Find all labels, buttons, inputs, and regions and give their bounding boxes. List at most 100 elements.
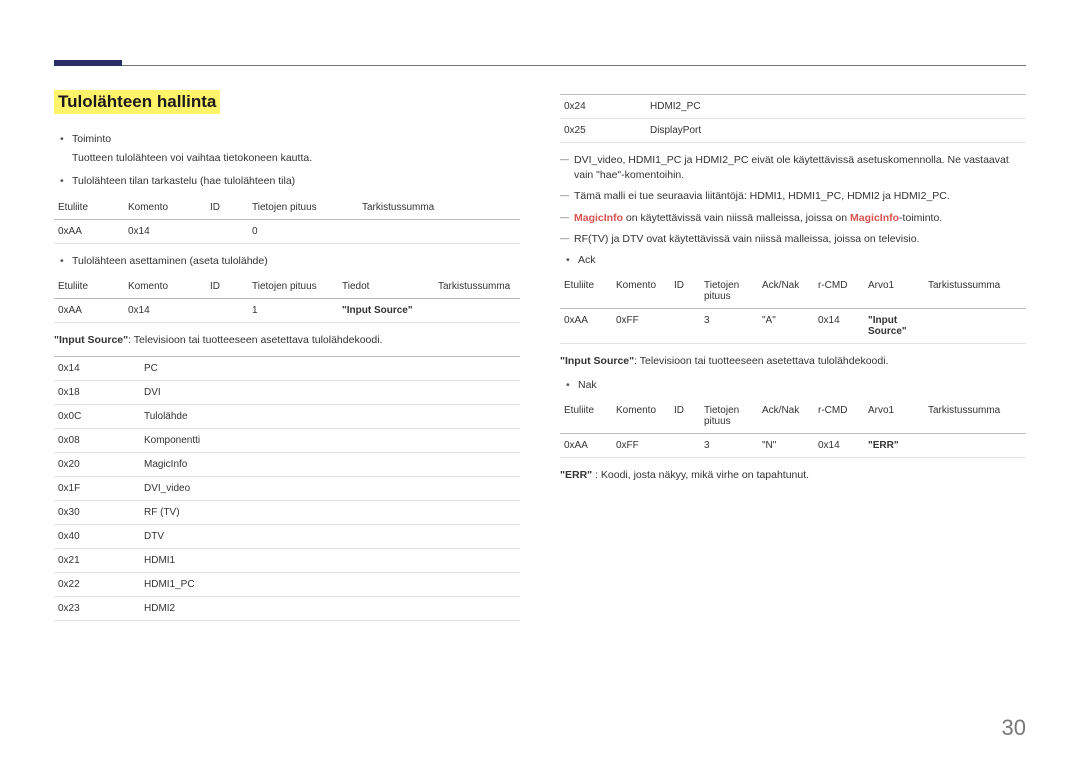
- cell: 0: [248, 219, 358, 243]
- command-table-set: Etuliite Komento ID Tietojen pituus Tied…: [54, 275, 520, 323]
- cell: [924, 309, 1026, 344]
- dash-item: RF(TV) ja DTV ovat käytettävissä vain ni…: [560, 232, 1026, 247]
- bullet-item: Tulolähteen tilan tarkastelu (hae tulolä…: [54, 174, 520, 189]
- bullet-list: Ack: [560, 253, 1026, 268]
- th: Ack/Nak: [758, 274, 814, 309]
- cell: HDMI2_PC: [646, 95, 1026, 119]
- cell: 0xAA: [560, 433, 612, 457]
- nak-table: Etuliite Komento ID Tietojen pituus Ack/…: [560, 399, 1026, 458]
- header-rule: [54, 54, 1026, 66]
- th-komento: Komento: [124, 275, 206, 299]
- table-row: 0xAA 0xFF 3 "N" 0x14 "ERR": [560, 433, 1026, 457]
- table-row: 0x21HDMI1: [54, 549, 520, 573]
- dash-item: Tämä malli ei tue seuraavia liitäntöjä: …: [560, 189, 1026, 204]
- bullet-item: Toiminto Tuotteen tulolähteen voi vaihta…: [54, 132, 520, 166]
- note-text: : Televisioon tai tuotteeseen asetettava…: [634, 355, 888, 367]
- th: Etuliite: [560, 274, 612, 309]
- section-title: Tulolähteen hallinta: [54, 90, 220, 114]
- cell: PC: [140, 357, 520, 381]
- cell: "Input Source": [338, 298, 434, 322]
- th: r-CMD: [814, 274, 864, 309]
- cell: 0x14: [54, 357, 140, 381]
- table-row: 0x08Komponentti: [54, 429, 520, 453]
- err-note: "ERR" : Koodi, josta näkyy, mikä virhe o…: [560, 468, 1026, 483]
- input-source-note: "Input Source": Televisioon tai tuottees…: [54, 333, 520, 348]
- table-row: 0xAA 0x14 1 "Input Source": [54, 298, 520, 322]
- cell: [434, 298, 520, 322]
- th: r-CMD: [814, 399, 864, 434]
- cell: 0x23: [54, 597, 140, 621]
- cell: 0xFF: [612, 433, 670, 457]
- th-tp: Tietojen pituus: [248, 275, 338, 299]
- th: ID: [670, 274, 700, 309]
- cell: Komponentti: [140, 429, 520, 453]
- cell: 0xFF: [612, 309, 670, 344]
- cell: HDMI2: [140, 597, 520, 621]
- cell: 0x14: [124, 219, 206, 243]
- th: ID: [670, 399, 700, 434]
- th: Arvo1: [864, 274, 924, 309]
- table-header-row: Etuliite Komento ID Tietojen pituus Tark…: [54, 196, 520, 220]
- page-number: 30: [1002, 715, 1026, 741]
- cell: 0x30: [54, 501, 140, 525]
- cell: 0x14: [814, 309, 864, 344]
- note-bold: "ERR": [560, 469, 592, 481]
- table-row: 0x0CTulolähde: [54, 405, 520, 429]
- table-row: 0x22HDMI1_PC: [54, 573, 520, 597]
- cell: [670, 433, 700, 457]
- table-row: 0x24HDMI2_PC: [560, 95, 1026, 119]
- cell: 0x1F: [54, 477, 140, 501]
- table-row: 0x23HDMI2: [54, 597, 520, 621]
- cell: [924, 433, 1026, 457]
- table-row: 0x30RF (TV): [54, 501, 520, 525]
- bullet-item: Tulolähteen asettaminen (aseta tulolähde…: [54, 254, 520, 269]
- cell: 0x21: [54, 549, 140, 573]
- bullet-list: Toiminto Tuotteen tulolähteen voi vaihta…: [54, 132, 520, 190]
- note-text: : Televisioon tai tuotteeseen asetettava…: [128, 334, 382, 346]
- table-row: 0x20MagicInfo: [54, 453, 520, 477]
- dash-text: on käytettävissä vain niissä malleissa, …: [623, 212, 850, 224]
- cell: 0xAA: [54, 298, 124, 322]
- bullet-desc: Tuotteen tulolähteen voi vaihtaa tietoko…: [72, 151, 520, 166]
- right-column: 0x24HDMI2_PC 0x25DisplayPort DVI_video, …: [560, 90, 1026, 631]
- cell: DTV: [140, 525, 520, 549]
- bullet-item: Ack: [560, 253, 1026, 268]
- th-komento: Komento: [124, 196, 206, 220]
- th-tiedot: Tiedot: [338, 275, 434, 299]
- table-row: 0xAA 0xFF 3 "A" 0x14 "Input Source": [560, 309, 1026, 344]
- cell: "ERR": [864, 433, 924, 457]
- th: Komento: [612, 274, 670, 309]
- dash-item: DVI_video, HDMI1_PC ja HDMI2_PC eivät ol…: [560, 153, 1026, 183]
- cell: "Input Source": [864, 309, 924, 344]
- note-bold: "Input Source": [54, 334, 128, 346]
- th-id: ID: [206, 196, 248, 220]
- cell: 3: [700, 433, 758, 457]
- th: Tarkistussumma: [924, 399, 1026, 434]
- cell: DisplayPort: [646, 119, 1026, 143]
- dash-item: MagicInfo on käytettävissä vain niissä m…: [560, 211, 1026, 226]
- th-etuliite: Etuliite: [54, 275, 124, 299]
- cell: 0xAA: [54, 219, 124, 243]
- cell: 0x14: [124, 298, 206, 322]
- table-row: 0x25DisplayPort: [560, 119, 1026, 143]
- cell: 0xAA: [560, 309, 612, 344]
- cell: MagicInfo: [140, 453, 520, 477]
- cell: 3: [700, 309, 758, 344]
- left-column: Tulolähteen hallinta Toiminto Tuotteen t…: [54, 90, 520, 631]
- bullet-item: Nak: [560, 378, 1026, 393]
- th-id: ID: [206, 275, 248, 299]
- th: Tarkistussumma: [924, 274, 1026, 309]
- command-table-get: Etuliite Komento ID Tietojen pituus Tark…: [54, 196, 520, 244]
- cell: 0x24: [560, 95, 646, 119]
- table-header-row: Etuliite Komento ID Tietojen pituus Ack/…: [560, 274, 1026, 309]
- note-bold: "Input Source": [560, 355, 634, 367]
- note-text: : Koodi, josta näkyy, mikä virhe on tapa…: [592, 469, 809, 481]
- th-tp: Tietojen pituus: [248, 196, 358, 220]
- table-row: 0x14PC: [54, 357, 520, 381]
- table-header-row: Etuliite Komento ID Tietojen pituus Ack/…: [560, 399, 1026, 434]
- bullet-list: Nak: [560, 378, 1026, 393]
- cell: HDMI1_PC: [140, 573, 520, 597]
- cell: HDMI1: [140, 549, 520, 573]
- highlight-text: MagicInfo: [574, 212, 623, 224]
- th: Arvo1: [864, 399, 924, 434]
